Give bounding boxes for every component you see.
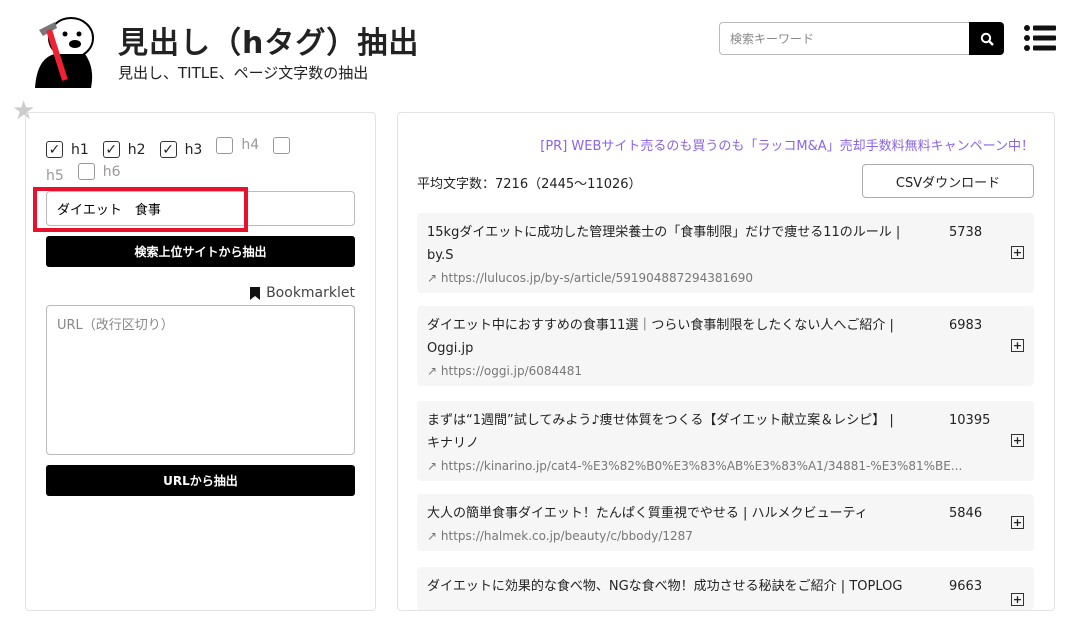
- result-title: まずは“1週間”試してみよう♪痩せ体質をつくる【ダイエット献立案＆レシピ】 | …: [427, 413, 894, 451]
- expand-plus-icon[interactable]: +: [1011, 593, 1024, 606]
- result-char-count: 5846: [949, 506, 983, 521]
- result-char-count: 10395: [949, 413, 991, 428]
- external-link-icon: ↗: [427, 459, 438, 473]
- result-char-count: 9663: [949, 579, 983, 594]
- result-item: まずは“1週間”試してみよう♪痩せ体質をつくる【ダイエット献立案＆レシピ】 | …: [417, 401, 1034, 481]
- expand-plus-icon[interactable]: +: [1011, 339, 1024, 352]
- result-char-count: 5738: [949, 225, 983, 240]
- expand-plus-icon[interactable]: +: [1011, 246, 1024, 259]
- expand-plus-icon[interactable]: +: [1011, 516, 1024, 529]
- result-char-count: 6983: [949, 318, 983, 333]
- checkbox-h5[interactable]: [273, 136, 298, 154]
- heading-level-checkboxes: ✓ h1 ✓ h2 ✓ h3 h4 h5 h6: [46, 134, 346, 187]
- bookmark-icon: [250, 286, 261, 300]
- checkbox-h1[interactable]: ✓ h1: [46, 139, 89, 161]
- result-title: ダイエット中におすすめの食事11選｜つらい食事制限をしたくない人へご紹介 | O…: [427, 318, 894, 356]
- menu-list-icon[interactable]: [1024, 25, 1056, 51]
- result-item: ダイエットに効果的な食べ物、NGな食べ物！成功させる秘訣をご紹介 | TOPLO…: [417, 567, 1034, 610]
- checkbox-h4[interactable]: h4: [216, 134, 259, 156]
- extract-from-search-button[interactable]: 検索上位サイトから抽出: [46, 236, 355, 267]
- external-link-icon: ↗: [427, 364, 438, 378]
- check-icon: ✓: [46, 141, 63, 158]
- result-title: 15kgダイエットに成功した管理栄養士の「食事制限」だけで痩せる11のルール |…: [427, 225, 901, 263]
- check-icon: ✓: [159, 141, 177, 158]
- result-url-link[interactable]: ↗ https://kinarino.jp/cat4-%E3%82%B0%E3%…: [427, 459, 1024, 473]
- result-item: ダイエット中におすすめの食事11選｜つらい食事制限をしたくない人へご紹介 | O…: [417, 306, 1034, 386]
- checkbox-h2[interactable]: ✓ h2: [102, 139, 146, 161]
- result-url-link[interactable]: ↗ https://oggi.jp/6084481: [427, 364, 1024, 378]
- result-item: 大人の簡単食事ダイエット！たんぱく質重視でやせる | ハルメクビューティ 584…: [417, 494, 1034, 551]
- result-title: ダイエットに効果的な食べ物、NGな食べ物！成功させる秘訣をご紹介 | TOPLO…: [427, 579, 903, 594]
- highlight-annotation-box: [33, 187, 248, 232]
- page-subtitle: 見出し、TITLE、ページ文字数の抽出: [118, 64, 369, 82]
- result-item: 15kgダイエットに成功した管理栄養士の「食事制限」だけで痩せる11のルール |…: [417, 213, 1034, 293]
- external-link-icon: ↗: [427, 529, 438, 543]
- result-url-link[interactable]: ↗ https://lulucos.jp/by-s/article/591904…: [427, 271, 1024, 285]
- result-title: 大人の簡単食事ダイエット！たんぱく質重視でやせる | ハルメクビューティ: [427, 506, 868, 521]
- search-icon: [980, 32, 994, 46]
- otter-mascot-logo: [35, 17, 94, 88]
- bookmarklet-link[interactable]: Bookmarklet: [250, 285, 355, 301]
- search-button[interactable]: [969, 22, 1004, 55]
- average-char-count: 平均文字数：7216（2445〜11026）: [417, 177, 642, 192]
- extract-from-url-button[interactable]: URLから抽出: [46, 465, 355, 496]
- check-icon: ✓: [102, 141, 120, 158]
- expand-plus-icon[interactable]: +: [1011, 434, 1024, 447]
- checkbox-h5-label[interactable]: h5: [46, 165, 64, 187]
- url-textarea[interactable]: [46, 305, 355, 455]
- csv-download-button[interactable]: CSVダウンロード: [862, 164, 1034, 198]
- checkbox-h3[interactable]: ✓ h3: [159, 139, 202, 161]
- page-title: 見出し（hタグ）抽出: [118, 26, 420, 61]
- result-url-link[interactable]: ↗ https://halmek.co.jp/beauty/c/bbody/12…: [427, 529, 1024, 543]
- checkbox-h6[interactable]: h6: [77, 161, 121, 183]
- search-input[interactable]: [719, 22, 970, 55]
- external-link-icon: ↗: [427, 271, 438, 285]
- pr-link[interactable]: [PR] WEBサイト売るのも買うのも「ラッコM&A」売却手数料無料キャンペーン…: [540, 135, 1034, 154]
